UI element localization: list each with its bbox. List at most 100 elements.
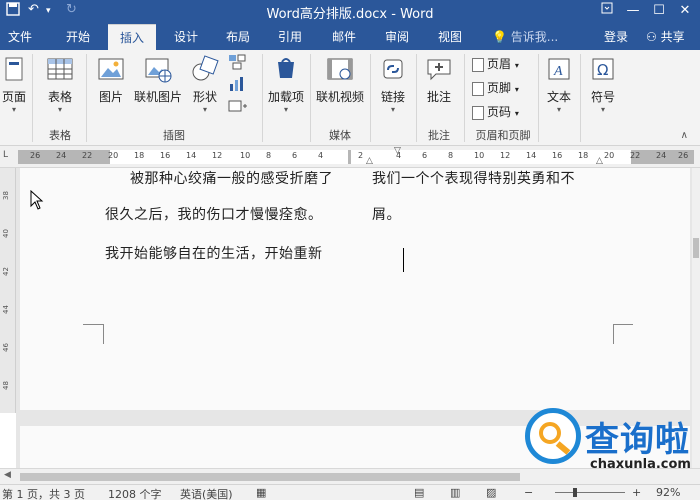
- group-separator: [538, 54, 539, 142]
- paragraph-line[interactable]: 我们一个个表现得特别英勇和不: [372, 168, 575, 188]
- scrollbar-thumb[interactable]: [20, 473, 520, 481]
- screenshot-icon[interactable]: [228, 98, 250, 118]
- header-icon: [472, 57, 484, 72]
- group-separator: [310, 54, 311, 142]
- title-bar: ↶ ▾ ↻ Word高分排版.docx - Word — ☐ ✕: [0, 0, 700, 24]
- shapes-button[interactable]: 形状 ▾: [188, 54, 222, 115]
- addins-button[interactable]: 加载项 ▾: [268, 54, 304, 115]
- picture-button[interactable]: 图片: [94, 54, 128, 105]
- chevron-down-icon: ▾: [202, 105, 207, 114]
- chevron-down-icon: ▾: [11, 105, 16, 114]
- zoom-slider-knob[interactable]: [573, 488, 577, 497]
- sign-in-link[interactable]: 登录: [604, 24, 628, 50]
- indent-marker-icon[interactable]: △: [366, 156, 373, 166]
- language-indicator[interactable]: 英语(美国): [180, 486, 233, 500]
- read-mode-icon[interactable]: ▤: [414, 486, 424, 499]
- ruler-tick: 6: [422, 151, 428, 160]
- ruler-tick: 20: [604, 151, 615, 160]
- vertical-scrollbar[interactable]: [692, 168, 700, 468]
- online-picture-label: 联机图片: [133, 90, 182, 104]
- page-count[interactable]: 第 1 页，共 3 页: [2, 486, 85, 500]
- ruler-tick: 12: [212, 151, 223, 160]
- zoom-slider[interactable]: [555, 492, 625, 493]
- tell-me-box[interactable]: 💡 告诉我...: [492, 24, 558, 50]
- tab-file[interactable]: 文件: [0, 24, 40, 50]
- tab-references[interactable]: 引用: [270, 24, 310, 50]
- indent-marker-icon[interactable]: ▽: [394, 146, 401, 156]
- document-page[interactable]: 被那种心绞痛一般的感受折磨了 很久之后，我的伤口才慢慢痊愈。 我开始能够自在的生…: [20, 168, 690, 410]
- watermark-brand: 查询啦: [585, 420, 690, 460]
- tab-view[interactable]: 视图: [430, 24, 470, 50]
- vruler-tick: 42: [2, 267, 10, 276]
- text-label: 文本: [546, 90, 571, 104]
- indent-marker-icon[interactable]: △: [596, 156, 603, 166]
- paragraph-line[interactable]: 我开始能够自在的生活，开始重新: [105, 243, 323, 263]
- online-video-button[interactable]: 联机视频: [314, 54, 366, 105]
- chevron-down-icon: ▾: [283, 105, 288, 114]
- zoom-in-icon[interactable]: +: [632, 486, 641, 499]
- ruler-tick: 2: [358, 151, 364, 160]
- scrollbar-thumb[interactable]: [693, 238, 699, 258]
- ribbon-display-icon[interactable]: [596, 1, 618, 21]
- ruler-tick: 14: [186, 151, 197, 160]
- tab-home[interactable]: 开始: [58, 24, 98, 50]
- footer-button[interactable]: 页脚 ▾: [472, 78, 519, 98]
- svg-text:Ω: Ω: [597, 61, 608, 79]
- minimize-icon[interactable]: —: [622, 1, 644, 21]
- tab-design[interactable]: 设计: [166, 24, 206, 50]
- smartart-icon[interactable]: [228, 54, 246, 74]
- online-picture-button[interactable]: 联机图片: [132, 54, 184, 105]
- comment-button[interactable]: 批注: [420, 54, 458, 105]
- print-layout-icon[interactable]: ▥: [450, 486, 460, 499]
- group-label-media: 媒体: [329, 129, 351, 142]
- page-number-button[interactable]: 页码 ▾: [472, 102, 519, 122]
- symbols-button[interactable]: Ω 符号 ▾: [586, 54, 620, 115]
- share-button[interactable]: ⚇ 共享: [646, 24, 685, 50]
- table-button[interactable]: 表格 ▾: [40, 54, 80, 115]
- word-count[interactable]: 1208 个字: [108, 486, 162, 500]
- text-button[interactable]: A 文本 ▾: [542, 54, 576, 115]
- vruler-tick: 40: [2, 229, 10, 238]
- ruler-tick: 8: [448, 151, 454, 160]
- crop-mark: [613, 324, 633, 344]
- table-label: 表格: [47, 90, 72, 104]
- tab-review[interactable]: 审阅: [377, 24, 417, 50]
- pages-button[interactable]: 页面 ▾: [0, 54, 28, 115]
- ruler-track: 26 24 22 20 18 16 14 12 10 8 6 4 2 4 6 8…: [18, 146, 694, 166]
- close-icon[interactable]: ✕: [674, 1, 696, 21]
- shapes-label: 形状: [192, 90, 217, 104]
- tab-mailings[interactable]: 邮件: [324, 24, 364, 50]
- collapse-ribbon-icon[interactable]: ∧: [681, 130, 688, 141]
- window-title: Word高分排版.docx - Word: [266, 7, 434, 22]
- zoom-out-icon[interactable]: −: [524, 486, 533, 499]
- zoom-level[interactable]: 92%: [656, 486, 680, 499]
- group-label-table: 表格: [49, 129, 71, 142]
- ribbon-tabs: 文件 开始 插入 设计 布局 引用 邮件 审阅 视图 💡 告诉我... 登录 ⚇…: [0, 24, 700, 50]
- ruler-tick: 26: [678, 151, 689, 160]
- vruler-tick: 38: [2, 191, 10, 200]
- ruler-tick: 14: [526, 151, 537, 160]
- paragraph-line[interactable]: 被那种心绞痛一般的感受折磨了: [130, 168, 333, 188]
- paragraph-line[interactable]: 屑。: [372, 204, 401, 224]
- tab-selector-icon[interactable]: L: [3, 150, 8, 160]
- group-separator: [416, 54, 417, 142]
- vruler-tick: 44: [2, 305, 10, 314]
- footer-label: 页脚: [487, 81, 512, 95]
- link-button[interactable]: 链接 ▾: [374, 54, 412, 115]
- ruler-tick: 16: [160, 151, 171, 160]
- web-layout-icon[interactable]: ▨: [486, 486, 496, 499]
- ruler-ticks: 26 24 22 20 18 16 14 12 10 8 6 4 2 4 6 8…: [18, 150, 694, 164]
- tab-insert[interactable]: 插入: [108, 24, 156, 50]
- ruler-tick: 16: [552, 151, 563, 160]
- scroll-left-icon[interactable]: ◀: [4, 470, 11, 480]
- page-number-label: 页码: [487, 105, 512, 119]
- chart-icon[interactable]: [228, 76, 246, 96]
- tab-layout[interactable]: 布局: [218, 24, 258, 50]
- header-button[interactable]: 页眉 ▾: [472, 54, 519, 74]
- maximize-icon[interactable]: ☐: [648, 1, 670, 21]
- paragraph-line[interactable]: 很久之后，我的伤口才慢慢痊愈。: [105, 204, 323, 224]
- macro-icon[interactable]: ▦: [256, 486, 266, 499]
- group-label-header-footer: 页眉和页脚: [475, 129, 531, 142]
- mouse-pointer-icon: [30, 189, 44, 213]
- vruler-tick: 46: [2, 343, 10, 352]
